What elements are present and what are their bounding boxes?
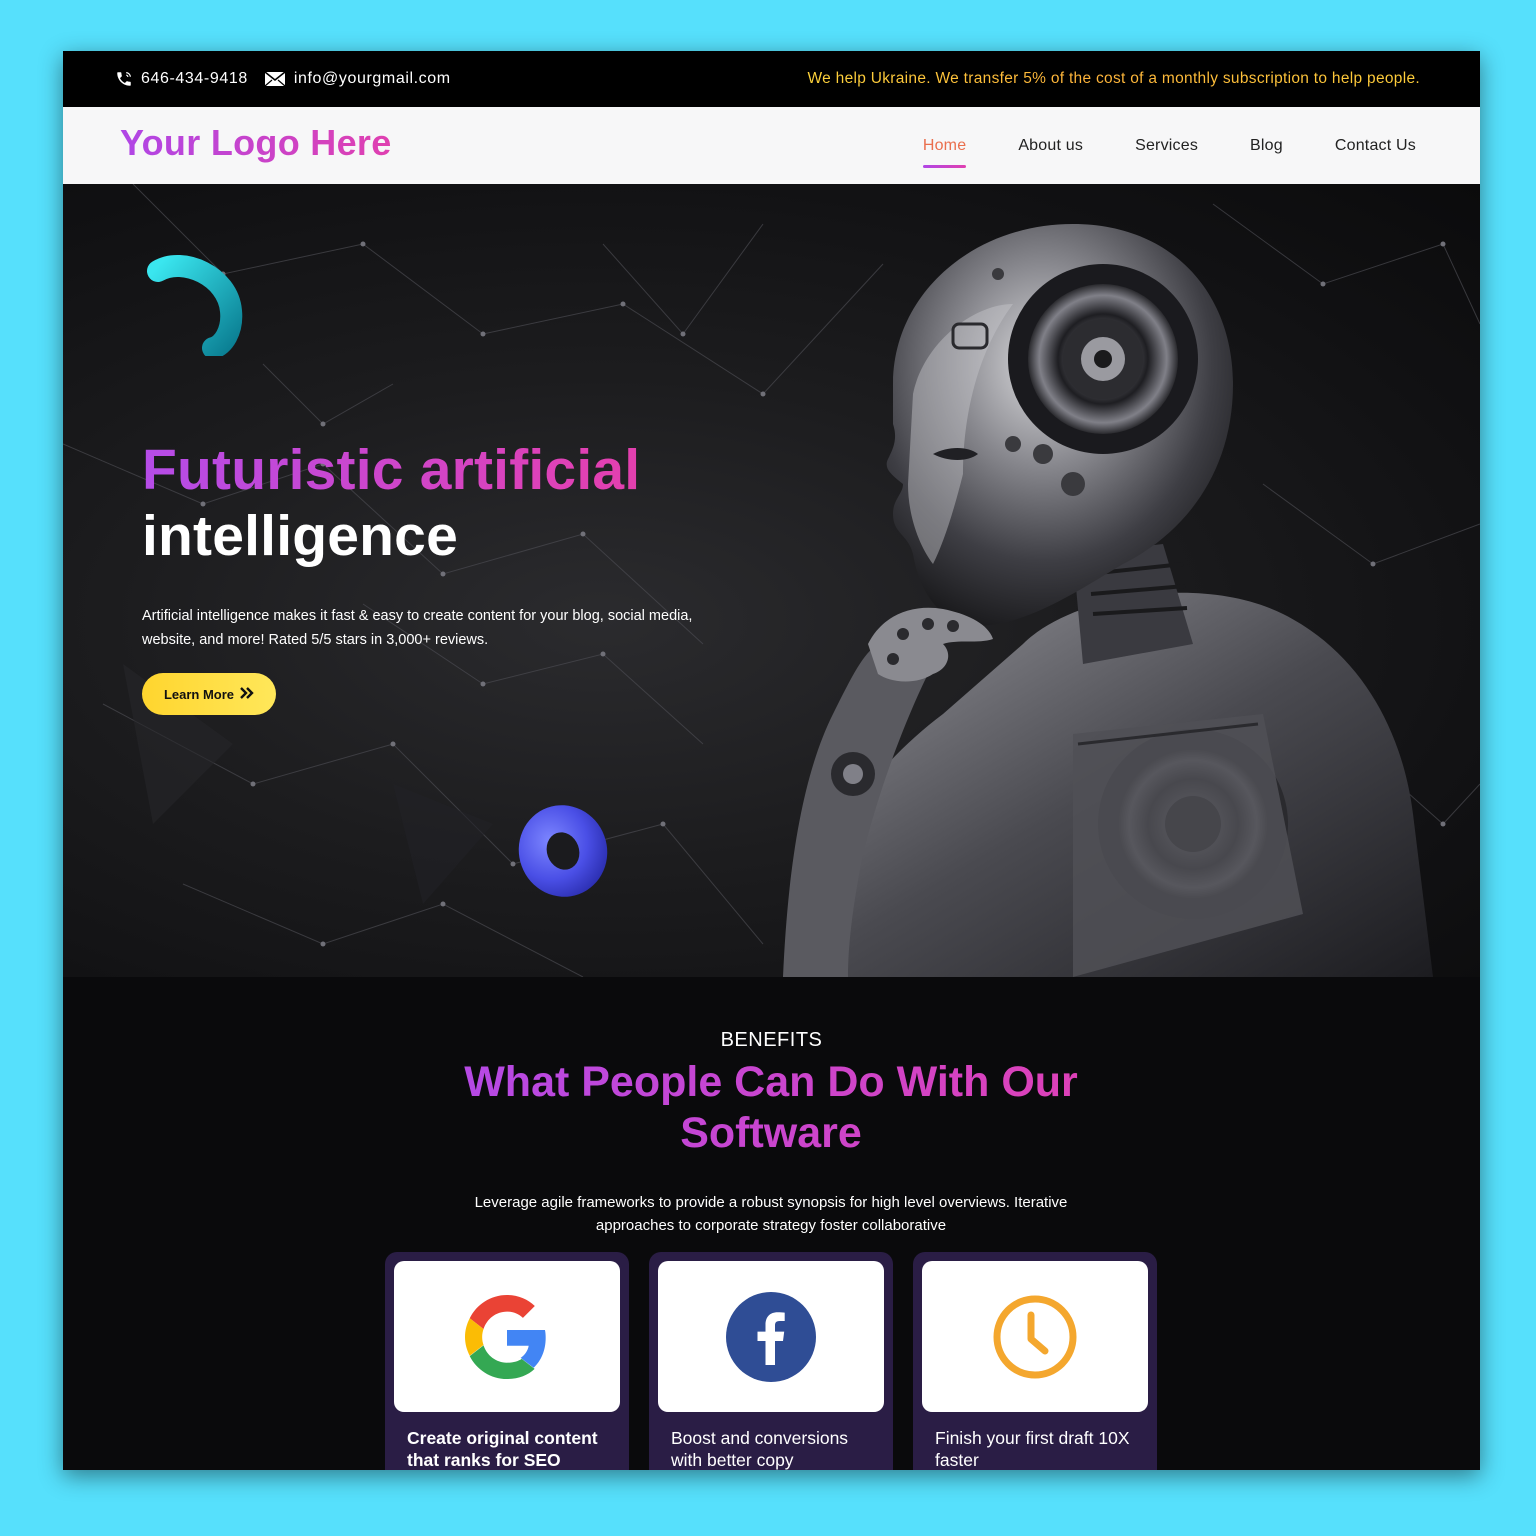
site-logo[interactable]: Your Logo Here (120, 122, 392, 164)
card-icon-panel (658, 1261, 884, 1412)
hero-description: Artificial intelligence makes it fast & … (142, 607, 693, 648)
card-title: Boost and conversions with better copy (671, 1428, 849, 1470)
card-icon-panel (922, 1261, 1148, 1412)
nav-item-contact-us[interactable]: Contact Us (1335, 131, 1416, 161)
benefits-eyebrow: BENEFITS (720, 1029, 823, 1051)
card-icon-panel (394, 1261, 620, 1412)
google-icon (465, 1294, 546, 1379)
nav-item-about-us[interactable]: About us (1018, 131, 1083, 161)
facebook-icon (726, 1291, 816, 1382)
phone-number[interactable]: 646-434-9418 (141, 70, 248, 88)
nav-item-home[interactable]: Home (922, 131, 967, 168)
nav-item-services[interactable]: Services (1135, 131, 1198, 161)
teal-arc-shape (147, 255, 243, 356)
blue-torus-shape (518, 805, 608, 897)
contact-info: 646-434-9418 info@yourgmail.com (115, 70, 451, 88)
learn-more-label: Learn More (163, 686, 235, 702)
main-nav: Home About us Services Blog Contact Us (922, 131, 1416, 168)
nav-item-blog[interactable]: Blog (1250, 131, 1283, 161)
hero-title-line1: Futuristic artificial (142, 437, 762, 503)
hero-title: Futuristic artificial intelligence (142, 437, 762, 569)
main-navbar: Your Logo Here Home About us Services Bl… (63, 107, 1480, 184)
envelope-icon (264, 71, 286, 87)
benefit-card-draft[interactable]: Finish your first draft 10X faster (913, 1252, 1157, 1470)
phone-icon (115, 70, 133, 88)
benefit-card-conversions[interactable]: Boost and conversions with better copy (649, 1252, 893, 1470)
benefits-heading: What People Can Do With Our Software (421, 1057, 1121, 1159)
hero-section: Futuristic artificial intelligence Artif… (63, 184, 1480, 977)
email-address[interactable]: info@yourgmail.com (294, 70, 451, 88)
benefits-subtext: Leverage agile frameworks to provide a r… (474, 1194, 1068, 1234)
ukraine-notice: We help Ukraine. We transfer 5% of the c… (807, 70, 1420, 87)
clock-icon (993, 1295, 1077, 1378)
robot-image (783, 224, 1433, 977)
card-title: Create original content that ranks for S… (407, 1428, 598, 1470)
top-bar: 646-434-9418 info@yourgmail.com We help … (63, 51, 1480, 107)
benefit-card-seo[interactable]: Create original content that ranks for S… (385, 1252, 629, 1470)
website-frame: 646-434-9418 info@yourgmail.com We help … (63, 51, 1480, 1470)
double-chevron-right-icon (240, 686, 254, 702)
hero-title-line2: intelligence (142, 504, 458, 568)
learn-more-button[interactable]: Learn More (142, 673, 276, 715)
card-title: Finish your first draft 10X faster (935, 1428, 1130, 1470)
benefits-section: BENEFITS What People Can Do With Our Sof… (63, 977, 1480, 1470)
